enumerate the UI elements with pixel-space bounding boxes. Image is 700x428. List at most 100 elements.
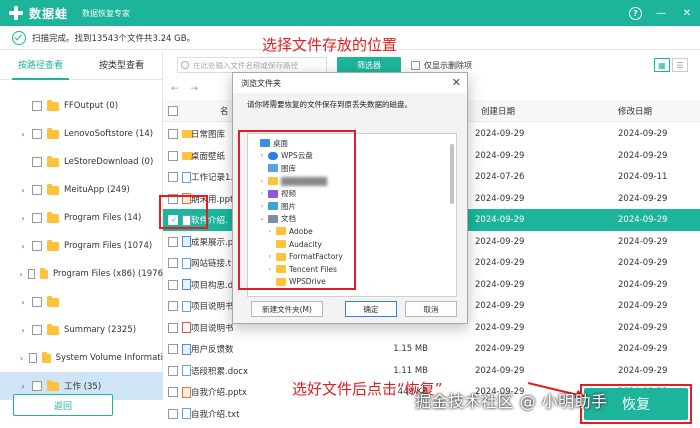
nav-arrows: ← → — [171, 84, 198, 94]
tree-item[interactable]: › LenovoSoftstore (14) — [0, 120, 163, 148]
table-row[interactable]: 用户反馈数 1.15 MB 2024-09-29 2024-09-29 — [163, 338, 700, 360]
tab-by-type[interactable]: 按类型查看 — [81, 50, 162, 79]
tree-checkbox[interactable] — [32, 381, 42, 391]
dialog-title: 浏览文件夹 — [233, 73, 467, 93]
tree-checkbox[interactable] — [32, 325, 42, 335]
tab-by-path[interactable]: 按路径查看 — [0, 50, 81, 80]
back-arrow-icon[interactable]: ← — [171, 84, 179, 94]
tree-checkbox[interactable] — [32, 297, 42, 307]
expand-arrow-icon[interactable]: › — [18, 186, 28, 195]
tree-item[interactable]: › Program Files (x86) (1976 — [0, 260, 163, 288]
tree-checkbox[interactable] — [32, 157, 42, 167]
tree-checkbox[interactable] — [32, 101, 42, 111]
folder-icon — [40, 267, 48, 279]
row-checkbox[interactable] — [168, 150, 178, 161]
col-modified-header[interactable]: 修改日期 — [618, 105, 652, 117]
file-name: 项目构思.d — [191, 280, 234, 291]
dialog-close-icon[interactable]: ✕ — [452, 76, 461, 89]
filter-button[interactable]: 筛选器 — [337, 57, 401, 73]
tree-item[interactable]: ›LeStoreDownload (0) — [0, 148, 163, 176]
only-deleted-checkbox[interactable] — [411, 60, 420, 70]
col-name-header[interactable]: 名 — [220, 105, 229, 117]
row-checkbox[interactable] — [168, 236, 178, 247]
row-checkbox[interactable] — [168, 408, 178, 419]
tree-item[interactable]: › Program Files (14) — [0, 204, 163, 232]
row-checkbox[interactable] — [168, 322, 178, 333]
new-folder-button[interactable]: 新建文件夹(M) — [251, 301, 323, 317]
app-subtitle: 数据恢复专家 — [82, 8, 131, 18]
file-icon — [182, 386, 191, 398]
row-checkbox[interactable] — [168, 172, 178, 182]
tree-checkbox[interactable] — [28, 269, 36, 279]
row-checkbox[interactable] — [168, 279, 178, 290]
tree-item[interactable]: ›FFOutput (0) — [0, 92, 163, 120]
file-icon — [182, 343, 191, 355]
expand-arrow-icon[interactable]: › — [18, 326, 28, 335]
folder-icon — [47, 323, 59, 335]
row-checkbox[interactable] — [168, 301, 178, 311]
folder-icon — [42, 351, 51, 363]
ok-button[interactable]: 确定 — [345, 301, 397, 317]
row-checkbox[interactable] — [168, 387, 178, 397]
tree-item-label: System Volume Informati — [55, 353, 163, 363]
expand-arrow-icon[interactable]: › — [18, 242, 28, 251]
list-view-icon[interactable]: ☰ — [672, 58, 688, 72]
tree-checkbox[interactable] — [32, 213, 42, 223]
tree-checkbox[interactable] — [32, 241, 42, 251]
expand-arrow-icon[interactable]: › — [18, 354, 25, 363]
file-created: 2024-09-29 — [475, 258, 525, 268]
row-checkbox[interactable] — [168, 365, 178, 376]
file-created: 2024-09-29 — [475, 215, 525, 225]
file-name: 网站链接.t — [191, 259, 232, 269]
col-created-header[interactable]: 创建日期 — [481, 105, 515, 117]
file-modified: 2024-09-29 — [618, 279, 668, 290]
check-circle-icon — [12, 30, 26, 45]
file-icon — [182, 236, 191, 247]
back-button[interactable]: 返回 — [13, 394, 113, 416]
close-icon[interactable]: ✕ — [680, 6, 694, 20]
cancel-button[interactable]: 取消 — [405, 301, 457, 317]
search-input[interactable]: 在此处输入文件名称或保存路径 — [177, 57, 327, 73]
file-modified: 2024-09-29 — [618, 215, 668, 225]
file-modified: 2024-09-29 — [618, 193, 668, 204]
tree-checkbox[interactable] — [32, 129, 42, 139]
highlight-box-folder-tree — [238, 130, 356, 290]
row-checkbox[interactable] — [168, 258, 178, 268]
folder-icon — [47, 127, 59, 139]
tree-item-label: Program Files (x86) (1976 — [52, 269, 163, 279]
file-name: 日常图库 — [191, 130, 226, 140]
tree-item[interactable]: › MeituApp (249) — [0, 176, 163, 204]
file-created: 2024-09-29 — [475, 365, 525, 376]
expand-arrow-icon[interactable]: › — [18, 270, 24, 279]
expand-arrow-icon[interactable]: › — [18, 214, 28, 223]
forward-arrow-icon[interactable]: → — [191, 84, 199, 94]
grid-view-icon[interactable]: ▦ — [654, 58, 670, 72]
row-checkbox[interactable] — [168, 344, 178, 354]
folder-icon — [47, 379, 59, 391]
expand-arrow-icon[interactable]: › — [18, 382, 28, 391]
expand-arrow-icon[interactable]: › — [18, 130, 28, 139]
tree-item[interactable]: › Program Files (1074) — [0, 232, 163, 260]
tree-item[interactable]: › — [0, 288, 163, 316]
tree-item[interactable]: › System Volume Informati — [0, 344, 163, 372]
help-icon[interactable]: ? — [629, 6, 642, 20]
only-deleted-toggle[interactable]: 仅显示删除项 — [411, 60, 472, 71]
expand-arrow-icon[interactable]: › — [18, 298, 28, 307]
file-name: 自我介绍.txt — [191, 409, 240, 420]
select-all-checkbox[interactable] — [168, 105, 178, 116]
file-name: 项目说明书 — [191, 302, 234, 312]
row-checkbox[interactable] — [168, 129, 178, 139]
annotation-choose-location: 选择文件存放的位置 — [262, 36, 398, 54]
folder-icon — [47, 211, 59, 223]
tree-checkbox[interactable] — [29, 353, 37, 363]
minimize-icon[interactable]: — — [654, 6, 668, 20]
file-created: 2024-09-29 — [475, 344, 525, 354]
tree-checkbox[interactable] — [32, 185, 42, 195]
file-created: 2024-09-29 — [475, 129, 525, 139]
dialog-description: 请你将需要恢复的文件保存到原丢失数据的磁盘。 — [247, 100, 412, 109]
file-icon — [182, 408, 191, 419]
tree-item[interactable]: › Summary (2325) — [0, 316, 163, 344]
file-icon — [182, 300, 191, 312]
file-modified: 2024-09-29 — [618, 322, 668, 333]
left-panel: 按路径查看 按类型查看 ›FFOutput (0)›LenovoSoftstor… — [0, 50, 163, 400]
